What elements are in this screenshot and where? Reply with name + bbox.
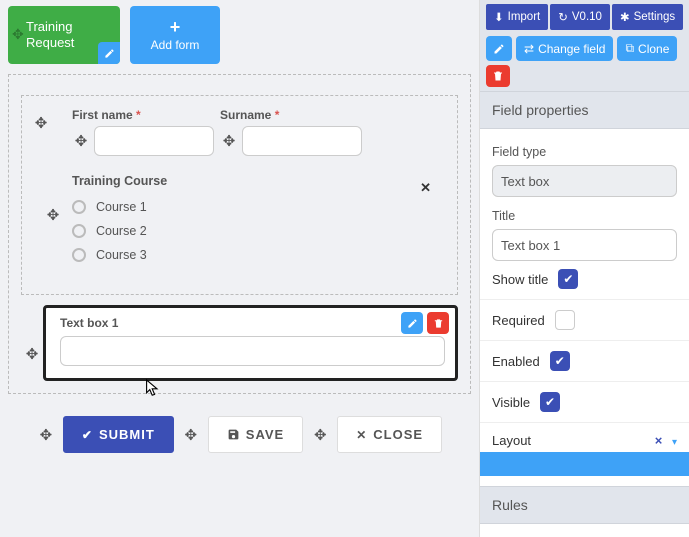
move-icon[interactable]: ✥ xyxy=(182,426,200,444)
button-label: SUBMIT xyxy=(99,427,155,442)
pencil-icon xyxy=(407,318,418,329)
close-icon[interactable]: ✕ xyxy=(420,180,431,196)
trash-icon xyxy=(492,70,504,82)
plus-icon: + xyxy=(170,18,181,36)
move-icon[interactable]: ✥ xyxy=(311,426,329,444)
prop-label: Title xyxy=(492,209,677,223)
move-icon[interactable]: ✥ xyxy=(32,114,50,132)
form-canvas[interactable]: ✥ First name * ✥ Surname * xyxy=(8,74,471,394)
delete-field-button[interactable] xyxy=(427,312,449,334)
close-button[interactable]: ✕ CLOSE xyxy=(337,416,442,453)
move-icon[interactable]: ✥ xyxy=(44,206,62,224)
history-icon: ↻ xyxy=(558,10,568,24)
pencil-icon xyxy=(104,48,115,59)
trash-icon xyxy=(433,318,444,329)
version-button[interactable]: ↻ V0.10 xyxy=(550,4,610,30)
delete-button[interactable] xyxy=(486,65,510,87)
field-type-input xyxy=(492,165,677,197)
import-button[interactable]: ⬇ Import xyxy=(486,4,548,30)
chevron-down-icon[interactable]: ▾ xyxy=(672,437,677,448)
check-icon: ✔ xyxy=(82,428,93,442)
move-icon[interactable]: ✥ xyxy=(72,132,90,150)
properties-sidebar: ⬇ Import ↻ V0.10 ✱ Settings ⇄ Cha xyxy=(479,0,689,537)
add-form-button[interactable]: + Add form xyxy=(130,6,220,64)
move-icon[interactable]: ✥ xyxy=(37,426,55,444)
add-form-label: Add form xyxy=(151,38,200,52)
change-field-button[interactable]: ⇄ Change field xyxy=(516,36,613,61)
check-icon: ✔ xyxy=(555,354,565,368)
prop-label: Visible xyxy=(492,395,530,410)
visible-checkbox[interactable]: ✔ xyxy=(540,392,560,412)
enabled-checkbox[interactable]: ✔ xyxy=(550,351,570,371)
selected-field[interactable]: Text box 1 xyxy=(43,305,458,381)
section-title: Field properties xyxy=(480,91,689,129)
button-label: CLOSE xyxy=(373,427,423,442)
check-icon: ✔ xyxy=(563,272,573,286)
show-title-checkbox[interactable]: ✔ xyxy=(558,269,578,289)
edit-field-button[interactable] xyxy=(401,312,423,334)
move-icon[interactable]: ✥ xyxy=(23,345,41,363)
submit-button[interactable]: ✔ SUBMIT xyxy=(63,416,174,453)
radio-label: Course 1 xyxy=(96,200,147,214)
section-title[interactable]: Rules xyxy=(480,486,689,524)
field-label: Training Course xyxy=(72,174,447,188)
close-icon: ✕ xyxy=(356,428,367,442)
check-icon: ✔ xyxy=(545,395,555,409)
button-label: Clone xyxy=(638,42,669,56)
radio-option[interactable]: Course 3 xyxy=(72,248,447,262)
field-group[interactable]: ✥ First name * ✥ Surname * xyxy=(21,95,458,295)
edit-form-button[interactable] xyxy=(98,42,120,64)
prop-label: Required xyxy=(492,313,545,328)
radio-icon xyxy=(72,248,86,262)
save-icon xyxy=(227,428,240,441)
gear-icon: ✱ xyxy=(620,10,630,24)
download-icon: ⬇ xyxy=(494,10,504,24)
prop-label: Show title xyxy=(492,272,548,287)
field-label: First name * xyxy=(72,108,214,122)
copy-icon: ⧉ xyxy=(625,41,634,56)
textbox-input[interactable] xyxy=(60,336,445,366)
button-label: Change field xyxy=(538,42,605,56)
swap-icon: ⇄ xyxy=(524,42,534,56)
title-input[interactable] xyxy=(492,229,677,261)
radio-option[interactable]: Course 1 xyxy=(72,200,447,214)
move-icon[interactable]: ✥ xyxy=(220,132,238,150)
required-checkbox[interactable] xyxy=(555,310,575,330)
button-label: Import xyxy=(508,11,541,23)
button-label: Settings xyxy=(634,11,676,23)
pencil-icon xyxy=(493,43,505,55)
radio-icon xyxy=(72,224,86,238)
prop-label: Enabled xyxy=(492,354,540,369)
move-icon: ✥ xyxy=(12,26,24,43)
active-form-tab[interactable]: ✥ Training Request xyxy=(8,6,120,64)
save-button[interactable]: SAVE xyxy=(208,416,303,453)
clear-layout-button[interactable]: × xyxy=(655,433,663,448)
radio-icon xyxy=(72,200,86,214)
settings-button[interactable]: ✱ Settings xyxy=(612,4,683,30)
radio-option[interactable]: Course 2 xyxy=(72,224,447,238)
selected-field-title: Text box 1 xyxy=(60,316,445,330)
button-label: SAVE xyxy=(246,427,284,442)
radio-label: Course 2 xyxy=(96,224,147,238)
edit-button[interactable] xyxy=(486,36,512,61)
prop-label: Field type xyxy=(492,145,677,159)
radio-label: Course 3 xyxy=(96,248,147,262)
layout-dropdown[interactable] xyxy=(480,452,689,476)
clone-button[interactable]: ⧉ Clone xyxy=(617,36,677,61)
form-tab-title: Training Request xyxy=(26,19,106,50)
button-label: V0.10 xyxy=(572,11,602,23)
first-name-input[interactable] xyxy=(94,126,214,156)
field-label: Surname * xyxy=(220,108,362,122)
surname-input[interactable] xyxy=(242,126,362,156)
prop-label: Layout xyxy=(492,433,531,448)
